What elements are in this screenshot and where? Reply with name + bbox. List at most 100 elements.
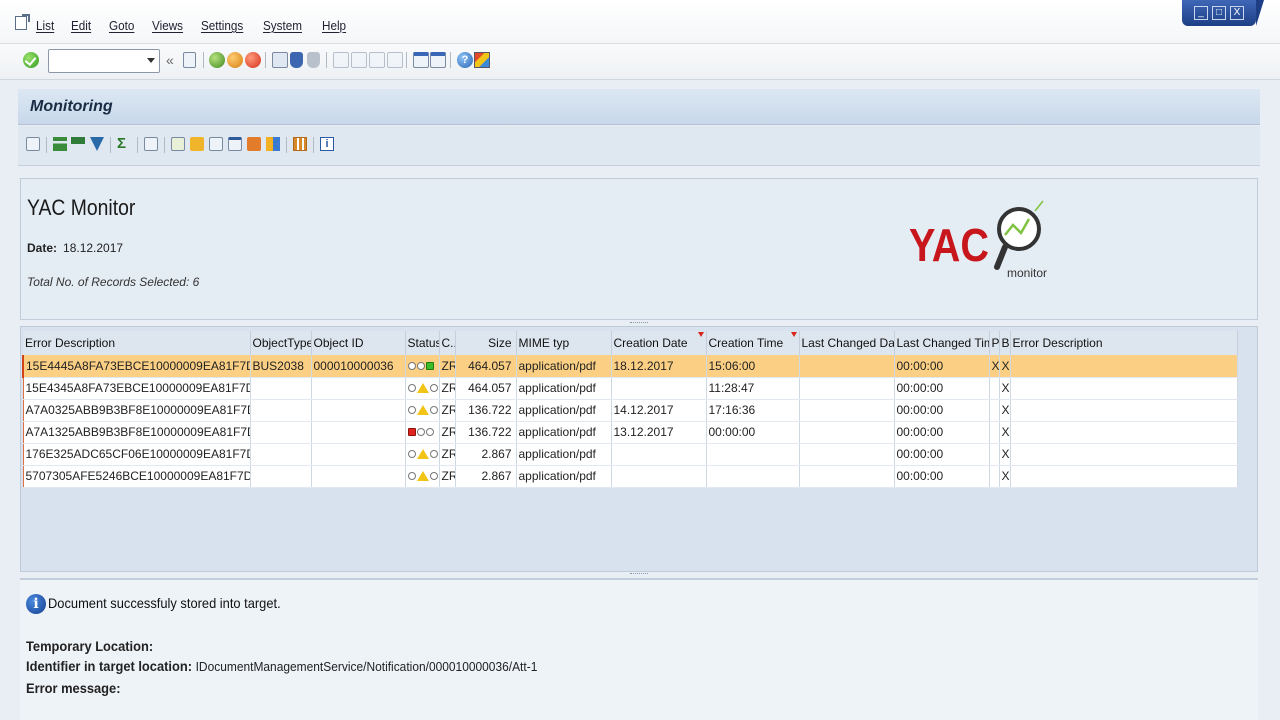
cell-last-changed-date[interactable] [799,355,895,378]
cell-b[interactable]: X [999,377,1011,400]
menu-views[interactable]: Views [152,18,183,33]
cell-object-id[interactable] [311,377,406,400]
cell-size[interactable]: 136.722 [455,399,517,422]
cell-object-id[interactable] [311,421,406,444]
cell-object-id[interactable]: 000010000036 [311,355,406,378]
filter-icon[interactable] [90,137,104,151]
cell-error-description-2[interactable] [1010,421,1238,444]
help-icon[interactable]: ? [457,52,473,68]
menu-export-icon[interactable] [15,14,30,30]
cell-creation-time[interactable]: 00:00:00 [706,421,800,444]
information-icon[interactable]: i [320,137,334,151]
cell-error-description-2[interactable] [1010,465,1238,488]
command-field[interactable] [48,49,160,73]
cell-last-changed-time[interactable]: 00:00:00 [894,465,990,488]
column-header-object-id[interactable]: Object ID [311,331,406,355]
cell-error-description-2[interactable] [1010,399,1238,422]
cell-object-id[interactable] [311,465,406,488]
table-row[interactable]: 15E4445A8FA73EBCE10000009EA81F7D BUS2038 0… [22,355,1238,378]
mail-icon[interactable] [190,137,204,151]
find-icon[interactable] [290,52,303,68]
menu-settings[interactable]: Settings [201,18,243,33]
cell-last-changed-date[interactable] [799,399,895,422]
next-page-icon[interactable] [369,52,385,68]
cell-error-description[interactable]: 176E325ADC65CF06E10000009EA81F7D [22,443,251,466]
cell-error-description-2[interactable] [1010,443,1238,466]
cell-p[interactable] [989,421,1000,444]
cell-c[interactable]: ZR [439,465,456,488]
export-icon[interactable] [171,137,185,151]
details-icon[interactable] [26,137,40,151]
last-page-icon[interactable] [387,52,403,68]
cell-p[interactable] [989,443,1000,466]
cell-p[interactable] [989,465,1000,488]
cell-last-changed-time[interactable]: 00:00:00 [894,377,990,400]
cell-error-description-2[interactable] [1010,355,1238,378]
cell-last-changed-time[interactable]: 00:00:00 [894,399,990,422]
cell-object-type[interactable]: BUS2038 [250,355,312,378]
cell-object-type[interactable] [250,421,312,444]
cell-b[interactable]: X [999,399,1011,422]
cell-c[interactable]: ZR [439,421,456,444]
sort-ascending-icon[interactable] [53,137,67,151]
cell-creation-date[interactable] [611,377,707,400]
cell-status[interactable] [405,421,440,444]
exit-icon[interactable] [227,52,243,68]
word-processing-icon[interactable] [209,137,223,151]
splitter-handle[interactable] [630,573,648,575]
cell-size[interactable]: 136.722 [455,421,517,444]
find-next-icon[interactable] [307,52,320,68]
create-session-icon[interactable] [413,52,429,68]
column-header-error-description-2[interactable]: Error Description [1010,331,1238,355]
column-header-status[interactable]: Status [405,331,440,355]
menu-list[interactable]: List [36,18,54,33]
cell-creation-date[interactable] [611,465,707,488]
cell-status[interactable] [405,377,440,400]
cell-object-type[interactable] [250,443,312,466]
cell-b[interactable]: X [999,443,1011,466]
cell-status[interactable] [405,355,440,378]
cell-error-description[interactable]: A7A0325ABB9B3BF8E10000009EA81F7D [22,399,251,422]
menu-edit[interactable]: Edit [71,18,91,33]
column-header-b[interactable]: B [999,331,1011,355]
menu-goto[interactable]: Goto [109,18,134,33]
menu-help[interactable]: Help [322,18,346,33]
column-header-c[interactable]: C... [439,331,456,355]
enter-check-icon[interactable] [23,52,39,68]
cell-creation-date[interactable] [611,443,707,466]
cell-error-description[interactable]: 15E4345A8FA73EBCE10000009EA81F7D [22,377,251,400]
spreadsheet-icon[interactable] [228,137,242,151]
cell-creation-time[interactable]: 11:28:47 [706,377,800,400]
cell-last-changed-date[interactable] [799,421,895,444]
print-preview-icon[interactable] [144,137,158,151]
cell-b[interactable]: X [999,355,1011,378]
close-button[interactable]: X [1230,6,1244,20]
cancel-icon[interactable] [245,52,261,68]
cell-status[interactable] [405,465,440,488]
maximize-button[interactable]: □ [1212,6,1226,20]
column-header-mime-type[interactable]: MIME typ [516,331,612,355]
column-header-error-description[interactable]: Error Description [23,331,251,355]
table-row[interactable]: A7A0325ABB9B3BF8E10000009EA81F7D ZR136.72… [22,399,1238,422]
collapse-arrows-icon[interactable]: « [166,52,182,68]
cell-error-description[interactable]: A7A1325ABB9B3BF8E10000009EA81F7D [22,421,251,444]
cell-b[interactable]: X [999,421,1011,444]
cell-size[interactable]: 2.867 [455,465,517,488]
cell-last-changed-time[interactable]: 00:00:00 [894,355,990,378]
cell-object-type[interactable] [250,377,312,400]
cell-creation-date[interactable]: 18.12.2017 [611,355,707,378]
layout-grid-icon[interactable] [293,137,307,151]
graphic-icon[interactable] [266,137,280,151]
cell-last-changed-date[interactable] [799,465,895,488]
column-header-creation-date[interactable]: Creation Date [611,331,707,355]
cell-mime-type[interactable]: application/pdf [516,443,612,466]
table-row[interactable]: 5707305AFE5246BCE10000009EA81F7D ZR2.867a… [22,465,1238,488]
column-header-p[interactable]: P [989,331,1000,355]
chevron-down-icon[interactable] [147,58,155,63]
cell-error-description-2[interactable] [1010,377,1238,400]
cell-creation-time[interactable]: 15:06:00 [706,355,800,378]
back-icon[interactable] [209,52,225,68]
first-page-icon[interactable] [333,52,349,68]
layout-icon[interactable] [474,52,490,68]
cell-creation-time[interactable] [706,465,800,488]
